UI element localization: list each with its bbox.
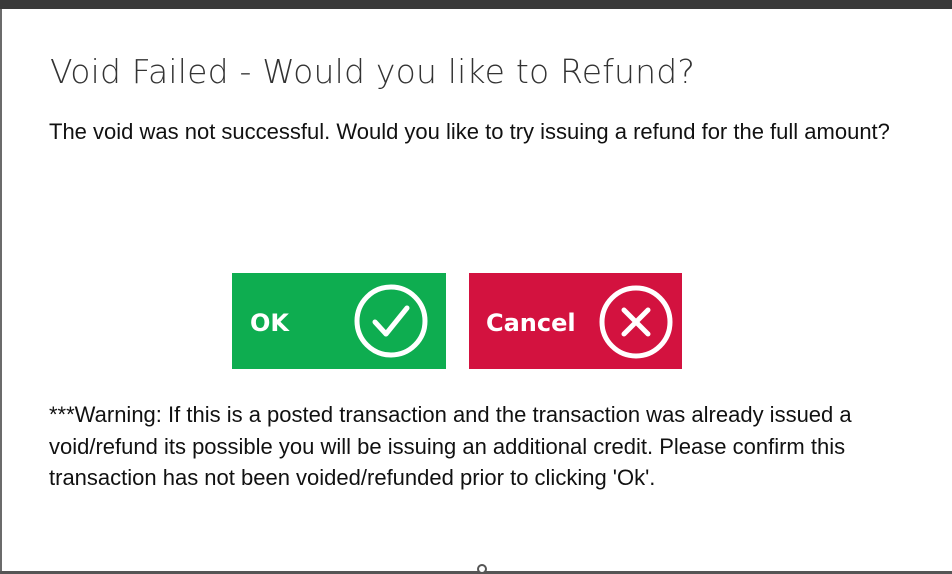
resize-handle[interactable] bbox=[477, 564, 487, 574]
window-top-bar bbox=[0, 0, 952, 9]
ok-button-label: OK bbox=[250, 309, 289, 337]
ok-button[interactable]: OK bbox=[232, 273, 446, 369]
dialog-message: The void was not successful. Would you l… bbox=[49, 119, 890, 144]
cancel-button-label: Cancel bbox=[486, 309, 576, 337]
window-left-border bbox=[0, 9, 2, 574]
dialog-window: Void Failed - Would you like to Refund? … bbox=[0, 0, 952, 574]
dialog-title: Void Failed - Would you like to Refund? bbox=[50, 52, 696, 91]
cancel-button[interactable]: Cancel bbox=[469, 273, 682, 369]
x-circle-icon bbox=[599, 285, 673, 359]
warning-message: ***Warning: If this is a posted transact… bbox=[49, 402, 852, 490]
check-circle-icon bbox=[354, 284, 428, 358]
